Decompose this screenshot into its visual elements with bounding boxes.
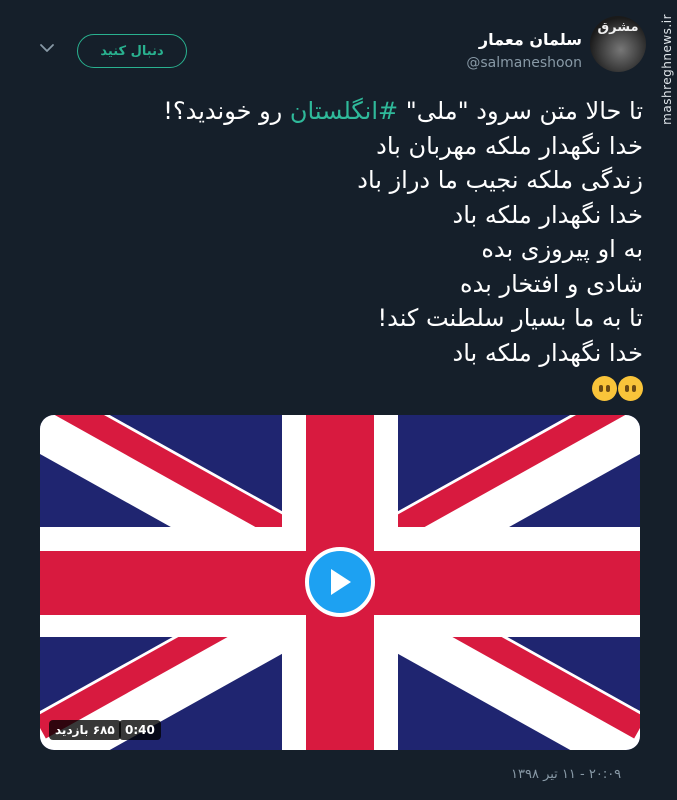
source-watermark: mashreghnews.ir bbox=[660, 14, 674, 125]
play-icon bbox=[331, 569, 351, 595]
author-handle[interactable]: @salmaneshoon bbox=[466, 55, 582, 71]
tweet-line: به او پیروزی بده bbox=[481, 235, 643, 263]
tweet-line: خدا نگهدار ملکه باد bbox=[452, 200, 643, 229]
tweet-line: خدا نگهدار ملکه باد bbox=[452, 338, 643, 367]
tweet-timestamp[interactable]: ۲۰:۰۹ - ۱۱ تیر ۱۳۹۸ bbox=[511, 767, 621, 782]
tweet-line: خدا نگهدار ملکه مهربان باد bbox=[376, 131, 643, 160]
tweet-line: تا حالا متن سرود "ملی" #انگلستان رو خوند… bbox=[40, 94, 643, 129]
tweet-line: تا به ما بسیار سلطنت کند! bbox=[377, 304, 643, 332]
face-without-mouth-icon bbox=[618, 375, 643, 401]
chevron-down-icon[interactable] bbox=[39, 40, 55, 56]
play-button[interactable] bbox=[305, 547, 375, 617]
avatar-logo: مشرق bbox=[597, 20, 639, 35]
tweet-text-segment: رو خوندید؟! bbox=[163, 97, 290, 125]
tweet-text: تا حالا متن سرود "ملی" #انگلستان رو خوند… bbox=[40, 94, 643, 405]
video-player[interactable]: ۶۸۵ بازدید 0:40 bbox=[40, 415, 640, 750]
author-display-name[interactable]: سلمان معمار bbox=[479, 30, 582, 49]
tweet-line: شادی و افتخار بده bbox=[460, 269, 643, 298]
follow-button[interactable]: دنبال کنید bbox=[77, 34, 187, 68]
tweet-text-segment: تا حالا متن سرود "ملی" bbox=[398, 97, 643, 125]
emoji-row bbox=[40, 370, 643, 405]
hashtag-link[interactable]: #انگلستان bbox=[290, 97, 398, 125]
view-count-badge: ۶۸۵ بازدید bbox=[49, 720, 121, 740]
duration-badge: 0:40 bbox=[119, 720, 161, 740]
face-without-mouth-icon bbox=[592, 375, 617, 401]
tweet-line: زندگی ملکه نجیب ما دراز باد bbox=[357, 166, 643, 194]
avatar[interactable]: مشرق bbox=[590, 16, 646, 72]
